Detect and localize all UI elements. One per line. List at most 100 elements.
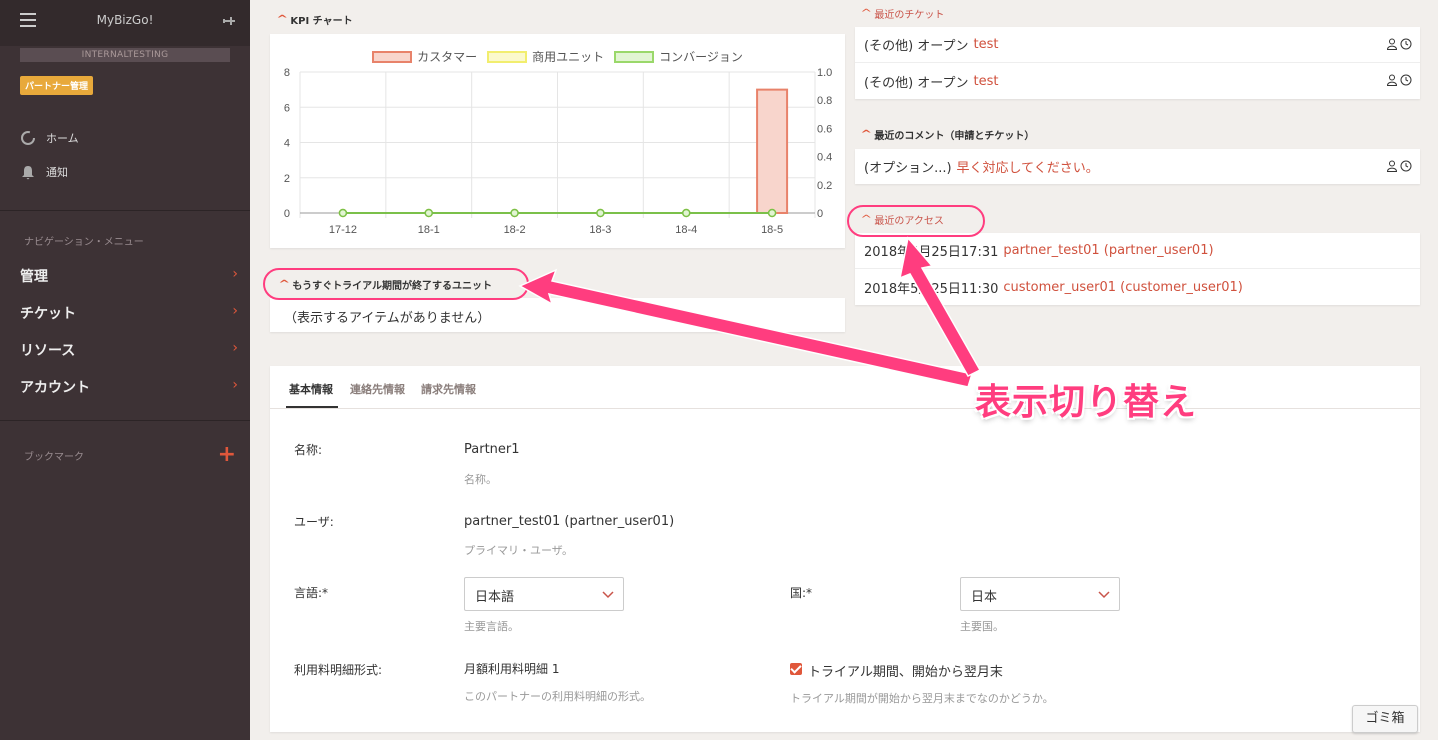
list-item: 2018年5月25日17:31 partner_test01 (partner_… [855, 233, 1420, 269]
sidebar-item-notifications[interactable]: 通知 [20, 164, 68, 180]
list-item: (その他) オープン test [855, 63, 1420, 99]
x-tick-label: 17-12 [329, 224, 357, 236]
language-select[interactable]: 日本語 [464, 577, 624, 611]
chevron-down-icon [1098, 591, 1110, 599]
user-icon[interactable] [1386, 160, 1398, 172]
billing-format-label: 利用料明細形式: [294, 663, 383, 677]
x-tick-label: 18-1 [418, 224, 440, 236]
data-point [596, 208, 605, 218]
ticket-link[interactable]: test [974, 37, 999, 52]
divider [0, 420, 250, 421]
user-value: partner_test01 (partner_user01) [464, 514, 675, 529]
annotation-callout: 表示切り替え [975, 382, 1198, 423]
list-item: (オプション...) 早く対応してください。 [855, 149, 1420, 184]
data-point [424, 208, 433, 218]
access-user-link[interactable]: partner_test01 (partner_user01) [1003, 243, 1213, 258]
trial-period-label: トライアル期間、開始から翌月末 [808, 665, 1003, 680]
ticket-link[interactable]: test [974, 74, 999, 89]
chevron-right-icon: › [232, 303, 238, 319]
sidebar-item-label: ホーム [46, 132, 79, 145]
pin-icon[interactable] [220, 13, 236, 29]
billing-format-value: 月額利用料明細 1 [464, 662, 560, 676]
y-tick-label-right: 0 [817, 208, 823, 220]
x-tick-label: 18-2 [504, 224, 526, 236]
sidebar-header: MyBizGo! [0, 0, 250, 46]
access-panel: 2018年5月25日17:31 partner_test01 (partner_… [855, 233, 1420, 305]
user-icon[interactable] [1386, 74, 1398, 86]
sidebar: MyBizGo! INTERNALTESTING パートナー管理 ホーム 通知 … [0, 0, 250, 740]
access-user-link[interactable]: customer_user01 (customer_user01) [1003, 280, 1243, 295]
country-selected-value: 日本 [971, 590, 998, 605]
comment-source: (オプション...) [864, 161, 952, 176]
comment-link[interactable]: 早く対応してください。 [957, 157, 1099, 176]
sidebar-menu-account[interactable]: アカウント › [20, 377, 238, 397]
comments-section-title[interactable]: ^ 最近のコメント（申請とチケット） [860, 127, 1035, 142]
language-label: 言語:* [294, 586, 329, 600]
data-point [510, 208, 519, 218]
highlight-ellipse [263, 268, 529, 300]
y-tick-label-left: 2 [284, 173, 290, 185]
x-tick-label: 18-4 [675, 224, 697, 236]
expiring-panel: （表示するアイテムがありません） [270, 298, 845, 332]
y-tick-label-right: 0.6 [817, 123, 832, 135]
user-label: ユーザ: [294, 515, 334, 529]
loading-ring-icon [21, 131, 35, 145]
sidebar-item-home[interactable]: ホーム [20, 130, 79, 146]
data-point [767, 208, 777, 218]
comments-panel: (オプション...) 早く対応してください。 [855, 149, 1420, 184]
language-help: 主要言語。 [464, 620, 519, 633]
menu-label: 管理 [20, 269, 48, 285]
tickets-section-title[interactable]: ^ 最近のチケット [860, 6, 945, 21]
kpi-section-title[interactable]: ^ KPI チャート [276, 12, 353, 27]
chevron-right-icon: › [232, 340, 238, 356]
y-tick-label-right: 0.2 [817, 180, 832, 192]
name-help: 名称。 [464, 473, 497, 486]
trash-button[interactable]: ゴミ箱 [1352, 705, 1418, 733]
trial-period-checkbox[interactable] [790, 663, 802, 675]
language-selected-value: 日本語 [475, 590, 515, 605]
x-tick-label: 18-5 [761, 224, 783, 236]
y-tick-label-left: 8 [284, 67, 290, 79]
app-title: MyBizGo! [96, 13, 154, 27]
kpi-title-label: KPI チャート [290, 16, 353, 27]
clock-icon[interactable] [1400, 38, 1412, 50]
country-label: 国:* [790, 586, 813, 600]
tab-billing-info[interactable]: 請求先情報 [421, 381, 476, 397]
user-icon[interactable] [1386, 38, 1398, 50]
menu-label: リソース [20, 343, 76, 359]
country-select[interactable]: 日本 [960, 577, 1120, 611]
x-tick-label: 18-3 [589, 224, 611, 236]
comments-title-label: 最近のコメント（申請とチケット） [874, 131, 1035, 142]
sidebar-menu-admin[interactable]: 管理 › [20, 266, 238, 286]
tab-basic-info[interactable]: 基本情報 [289, 381, 333, 397]
name-value: Partner1 [464, 442, 520, 457]
caret-up-icon: ^ [860, 129, 873, 140]
name-label: 名称: [294, 443, 323, 457]
add-bookmark-icon[interactable]: + [218, 444, 236, 466]
country-help: 主要国。 [960, 620, 1004, 633]
partner-form-panel: 基本情報 連絡先情報 請求先情報 名称: Partner1 名称。 ユーザ: p… [270, 366, 1420, 732]
tickets-title-label: 最近のチケット [874, 10, 945, 21]
y-tick-label-left: 0 [284, 208, 290, 220]
tab-contact-info[interactable]: 連絡先情報 [350, 381, 405, 397]
list-item: (その他) オープン test [855, 27, 1420, 63]
sidebar-menu-tickets[interactable]: チケット › [20, 303, 238, 323]
user-help: プライマリ・ユーザ。 [464, 544, 574, 557]
caret-up-icon: ^ [860, 8, 873, 19]
kpi-chart-panel: カスタマー 商用ユニット コンバージョン 0 2 4 6 8 0 0.2 0.4 0.6 0.8 1… [270, 34, 845, 248]
clock-icon[interactable] [1400, 74, 1412, 86]
tabs-divider [270, 408, 1420, 409]
y-tick-label-right: 0.4 [817, 152, 832, 164]
partner-admin-badge[interactable]: パートナー管理 [20, 76, 94, 95]
billing-format-help: このパートナーの利用料明細の形式。 [464, 690, 651, 703]
access-time: 2018年5月25日11:30 [864, 281, 999, 297]
sidebar-menu-resources[interactable]: リソース › [20, 340, 238, 360]
empty-message: （表示するアイテムがありません） [284, 311, 491, 326]
ticket-status: (その他) オープン [864, 39, 969, 54]
access-time: 2018年5月25日17:31 [864, 245, 999, 260]
row-icons [1386, 38, 1412, 50]
chevron-right-icon: › [232, 377, 238, 393]
clock-icon[interactable] [1400, 160, 1412, 172]
divider [0, 210, 250, 211]
bell-icon [22, 166, 34, 180]
